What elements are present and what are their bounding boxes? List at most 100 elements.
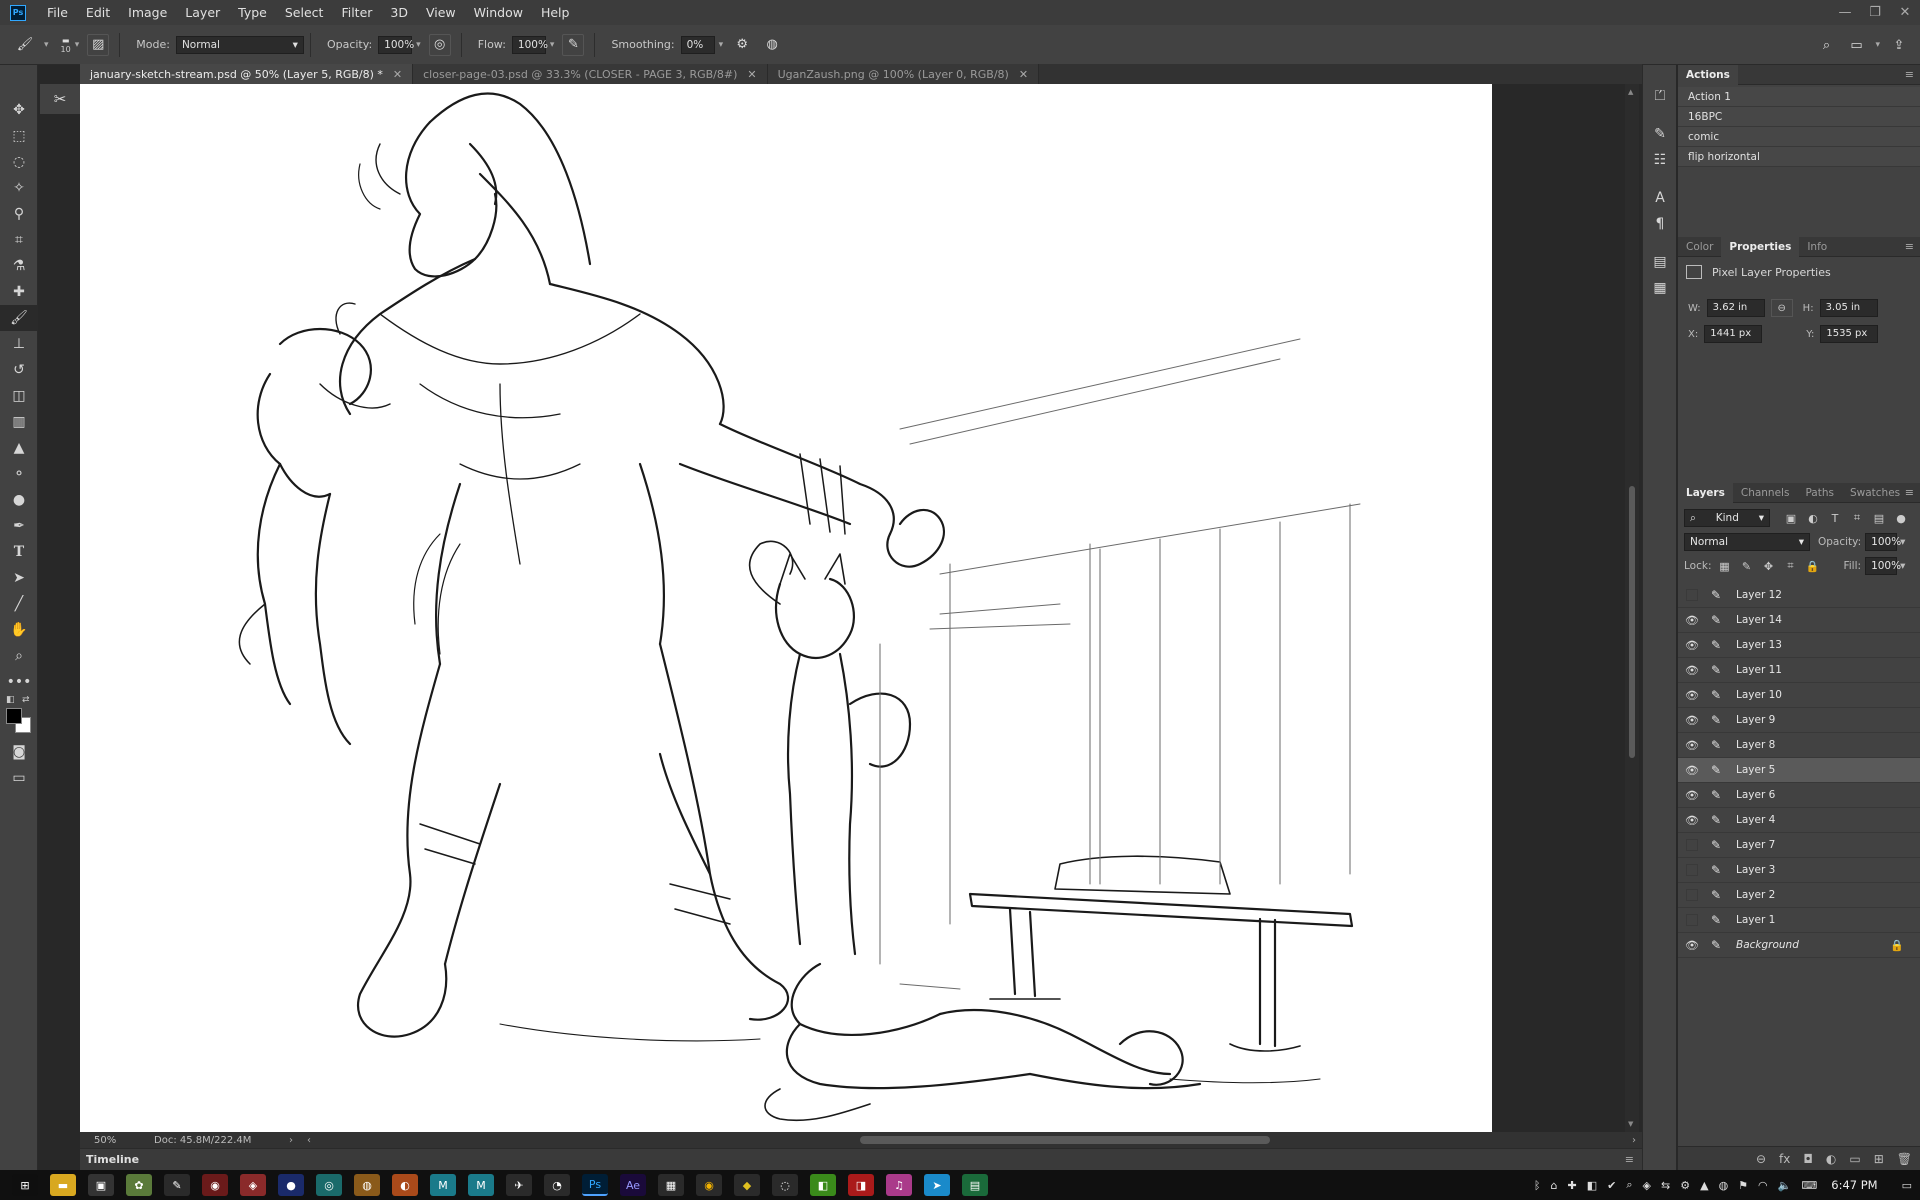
paragraph-panel-icon[interactable]: ¶: [1643, 211, 1677, 237]
tray-app-icon[interactable]: ▲: [1700, 1179, 1708, 1192]
zoom-level[interactable]: 50%: [94, 1135, 154, 1146]
tab-actions[interactable]: Actions: [1678, 64, 1738, 85]
layer-name[interactable]: Layer 6: [1736, 789, 1920, 801]
app-icon[interactable]: ▤: [962, 1174, 988, 1196]
notifications-icon[interactable]: ▭: [1902, 1179, 1912, 1192]
scroll-left-icon[interactable]: ‹: [307, 1135, 311, 1146]
eye-icon[interactable]: 👁: [1678, 733, 1706, 758]
layer-fill-input[interactable]: 100%: [1865, 557, 1901, 575]
history-panel-icon[interactable]: ⏍: [1643, 83, 1677, 109]
search-icon[interactable]: ⌕: [1815, 34, 1837, 56]
dodge-tool-icon[interactable]: ⚬: [0, 461, 38, 487]
chevron-down-icon[interactable]: ▾: [75, 40, 80, 50]
opacity-input[interactable]: 100%: [378, 35, 414, 54]
app-icon[interactable]: ◍: [354, 1174, 380, 1196]
layer-name[interactable]: Layer 14: [1736, 614, 1920, 626]
windows-start-icon[interactable]: ⊞: [12, 1174, 38, 1196]
app-icon[interactable]: ♫: [886, 1174, 912, 1196]
tray-app-icon[interactable]: ⌕: [1626, 1178, 1632, 1192]
height-input[interactable]: 3.05 in: [1819, 299, 1878, 317]
layer-name[interactable]: Layer 11: [1736, 664, 1920, 676]
eye-icon[interactable]: 👁: [1678, 608, 1706, 633]
eye-icon[interactable]: 👁: [1678, 758, 1706, 783]
layer-name[interactable]: Layer 5: [1736, 764, 1920, 776]
app-icon[interactable]: ▣: [88, 1174, 114, 1196]
path-select-tool-icon[interactable]: ➤: [0, 565, 38, 591]
burn-tool-icon[interactable]: ●: [0, 487, 38, 513]
share-icon[interactable]: ⇪: [1888, 34, 1910, 56]
swap-colors-icon[interactable]: ⇄: [22, 695, 30, 705]
app-icon[interactable]: ✎: [164, 1174, 190, 1196]
default-colors-icon[interactable]: ◧: [6, 695, 15, 705]
lasso-tool-icon[interactable]: ◌: [0, 149, 38, 175]
layer-row[interactable]: 👁 ✎ Layer 10: [1678, 683, 1920, 708]
brush-tool-icon[interactable]: 🖌: [0, 305, 38, 331]
filter-adjustment-icon[interactable]: ◐: [1804, 509, 1822, 527]
layer-name[interactable]: Layer 3: [1736, 864, 1920, 876]
chevron-down-icon[interactable]: ▾: [550, 40, 555, 50]
panel-menu-icon[interactable]: ≡: [1905, 68, 1914, 81]
layer-name[interactable]: Layer 12: [1736, 589, 1920, 601]
layer-name[interactable]: Layer 8: [1736, 739, 1920, 751]
file-explorer-icon[interactable]: ▬: [50, 1174, 76, 1196]
scroll-right-icon[interactable]: ›: [1632, 1135, 1636, 1146]
chrome-icon[interactable]: ◉: [696, 1174, 722, 1196]
width-input[interactable]: 3.62 in: [1706, 299, 1765, 317]
menu-type[interactable]: Type: [229, 0, 276, 25]
layer-row[interactable]: 👁 ✎ Layer 4: [1678, 808, 1920, 833]
filter-shape-icon[interactable]: ⌗: [1848, 509, 1866, 527]
tab-paths[interactable]: Paths: [1797, 483, 1842, 503]
eye-hidden-icon[interactable]: [1678, 858, 1706, 883]
app-icon[interactable]: ◉: [202, 1174, 228, 1196]
after-effects-task-icon[interactable]: Ae: [620, 1174, 646, 1196]
adjustment-layer-icon[interactable]: ◐: [1826, 1152, 1836, 1166]
horizontal-scroll-thumb[interactable]: [860, 1136, 1270, 1144]
filter-type-icon[interactable]: T: [1826, 509, 1844, 527]
lock-all-icon[interactable]: 🔒: [1803, 557, 1821, 575]
chevron-down-icon[interactable]: ▾: [44, 40, 49, 50]
layer-row[interactable]: ✎ Layer 12: [1678, 583, 1920, 608]
mode-select[interactable]: Normal ▾: [175, 35, 304, 54]
tray-app-icon[interactable]: ◍: [1719, 1179, 1729, 1192]
app-icon[interactable]: ▦: [658, 1174, 684, 1196]
tab-info[interactable]: Info: [1799, 237, 1835, 257]
pen-tool-icon[interactable]: ✒: [0, 513, 38, 539]
more-tools-icon[interactable]: •••: [0, 669, 38, 695]
chevron-down-icon[interactable]: ▾: [1875, 40, 1880, 50]
menu-filter[interactable]: Filter: [332, 0, 381, 25]
layer-name[interactable]: Layer 13: [1736, 639, 1920, 651]
gradient-tool-icon[interactable]: ▥: [0, 409, 38, 435]
crop-tool-icon[interactable]: ⌗: [0, 227, 38, 253]
action-item[interactable]: comic: [1678, 127, 1920, 147]
flow-input[interactable]: 100%: [511, 35, 548, 54]
foreground-color-swatch[interactable]: [6, 708, 22, 724]
lock-transparent-icon[interactable]: ▦: [1715, 557, 1733, 575]
history-brush-tool-icon[interactable]: ↺: [0, 357, 38, 383]
zoom-tool-icon[interactable]: ⌕: [0, 643, 38, 669]
canvas-area[interactable]: [80, 84, 1625, 1132]
close-icon[interactable]: ✕: [747, 68, 756, 81]
app-icon[interactable]: ●: [278, 1174, 304, 1196]
eye-icon[interactable]: 👁: [1678, 933, 1706, 958]
layer-name[interactable]: Layer 10: [1736, 689, 1920, 701]
filter-smart-object-icon[interactable]: ▤: [1870, 509, 1888, 527]
app-icon[interactable]: ◎: [316, 1174, 342, 1196]
layer-row[interactable]: 👁 ✎ Background 🔒: [1678, 933, 1920, 958]
fx-icon[interactable]: fx: [1779, 1152, 1790, 1166]
layer-row[interactable]: 👁 ✎ Layer 6: [1678, 783, 1920, 808]
layer-row[interactable]: 👁 ✎ Layer 11: [1678, 658, 1920, 683]
layer-name[interactable]: Layer 9: [1736, 714, 1920, 726]
app-icon[interactable]: ◈: [240, 1174, 266, 1196]
gear-icon[interactable]: ⚙: [731, 34, 753, 56]
screen-mode-icon[interactable]: ▭: [0, 765, 38, 791]
chevron-down-icon[interactable]: ▾: [1900, 536, 1905, 548]
tray-app-icon[interactable]: ◧: [1587, 1179, 1597, 1192]
tray-app-icon[interactable]: ⚑: [1738, 1179, 1748, 1192]
notes-panel-icon[interactable]: ▦: [1643, 275, 1677, 301]
chevron-down-icon[interactable]: ▾: [416, 40, 421, 50]
app-icon[interactable]: M: [430, 1174, 456, 1196]
minimize-icon[interactable]: —: [1830, 0, 1860, 25]
airbrush-icon[interactable]: ✎: [562, 33, 585, 56]
link-layers-icon[interactable]: ⊖: [1756, 1152, 1766, 1166]
brush-settings-panel-icon[interactable]: ▨: [87, 33, 110, 56]
